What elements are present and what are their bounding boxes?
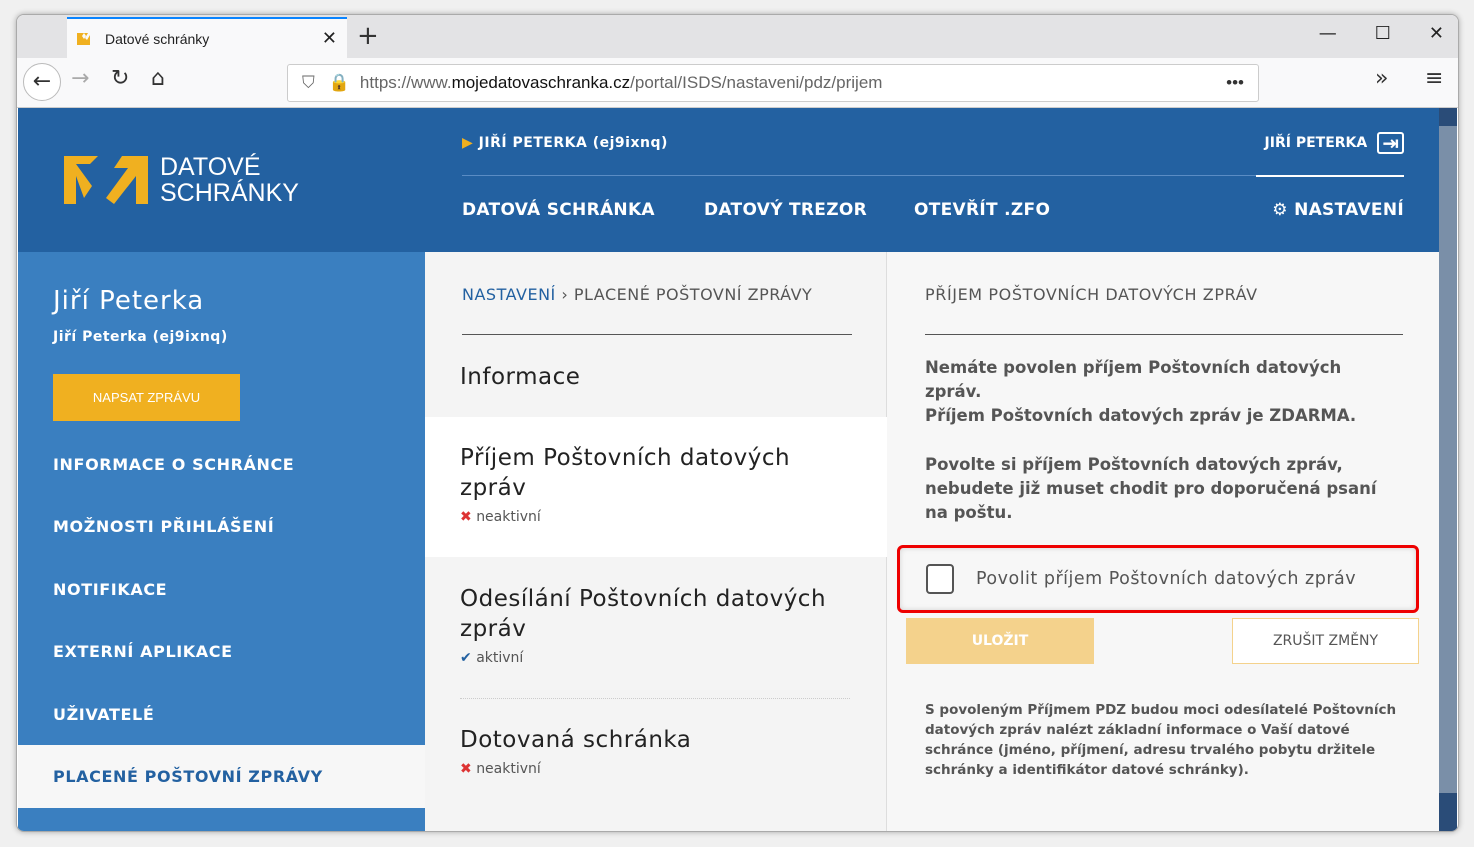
menu-item-dotovana[interactable]: Dotovaná schránka ✖ neaktivní xyxy=(425,725,887,777)
favicon-icon xyxy=(77,32,90,45)
panel-title: PŘÍJEM POŠTOVNÍCH DATOVÝCH ZPRÁV xyxy=(925,285,1258,304)
info-text: Povolte si příjem Poštovních datových zp… xyxy=(925,455,1377,522)
scroll-down-icon[interactable] xyxy=(1439,793,1457,831)
browser-tab[interactable]: Datové schránky ✕ xyxy=(67,17,347,58)
logo[interactable]: DATOVÉ SCHRÁNKY xyxy=(64,154,299,206)
home-icon[interactable]: ⌂ xyxy=(151,66,165,91)
logout-icon: ⇥ xyxy=(1377,132,1404,154)
sidebar-item-moznosti-prihlaseni[interactable]: MOŽNOSTI PŘIHLÁŠENÍ xyxy=(18,495,425,558)
chevron-right-icon: › xyxy=(561,285,569,304)
logo-line1: DATOVÉ xyxy=(160,153,261,181)
sidebar-item-uzivatele[interactable]: UŽIVATELÉ xyxy=(18,683,425,746)
menu-item-odesilani[interactable]: Odesílání Poštovních datových zpráv ✔ ak… xyxy=(425,584,887,666)
detail-panel: PŘÍJEM POŠTOVNÍCH DATOVÝCH ZPRÁV Nemáte … xyxy=(887,252,1439,831)
url-domain: mojedatovaschranka.cz xyxy=(451,73,631,92)
account-label: JIŘÍ PETERKA (ej9ixnq) xyxy=(478,135,668,151)
forward-icon[interactable]: → xyxy=(71,66,89,91)
breadcrumb: NASTAVENÍ › PLACENÉ POŠTOVNÍ ZPRÁVY xyxy=(462,285,812,304)
shield-icon: ⛉ xyxy=(302,73,315,92)
divider xyxy=(1256,175,1404,177)
sidebar-item-informace[interactable]: INFORMACE O SCHRÁNCE xyxy=(18,433,425,496)
status-label: neaktivní xyxy=(476,509,541,525)
cancel-button[interactable]: ZRUŠIT ZMĚNY xyxy=(1232,618,1419,664)
gear-icon: ⚙ xyxy=(1272,200,1288,220)
sidebar-item-externi-aplikace[interactable]: EXTERNÍ APLIKACE xyxy=(18,620,425,683)
user-name: JIŘÍ PETERKA xyxy=(1264,135,1368,151)
status-label: aktivní xyxy=(476,650,524,666)
url-path: /portal/ISDS/nastaveni/pdz/prijem xyxy=(630,73,883,92)
nav-datova-schranka[interactable]: DATOVÁ SCHRÁNKA xyxy=(462,200,655,220)
checkbox-label[interactable]: Povolit příjem Poštovních datových zpráv xyxy=(976,569,1356,589)
nav-datovy-trezor[interactable]: DATOVÝ TREZOR xyxy=(704,200,867,220)
logo-line2: SCHRÁNKY xyxy=(160,179,299,207)
cross-icon: ✖ xyxy=(460,509,472,525)
more-icon[interactable]: ••• xyxy=(1226,73,1244,93)
logo-icon xyxy=(64,156,148,204)
divider xyxy=(460,698,850,699)
tab-title: Datové schránky xyxy=(105,30,210,47)
menu-item-title: Příjem Poštovních datových zpráv xyxy=(460,445,791,501)
info-heading[interactable]: Informace xyxy=(460,362,887,392)
divider xyxy=(462,175,1257,176)
logout-button[interactable]: JIŘÍ PETERKA ⇥ xyxy=(1265,132,1404,154)
free-text: Příjem Poštovních datových zpráv je ZDAR… xyxy=(925,406,1357,425)
note-text: S povoleným Příjmem PDZ budou moci odesí… xyxy=(925,702,1397,778)
back-icon[interactable]: ← xyxy=(23,63,61,101)
compose-button[interactable]: NAPSAT ZPRÁVU xyxy=(53,374,240,421)
nav-nastaveni[interactable]: ⚙ NASTAVENÍ xyxy=(1272,200,1404,220)
check-icon: ✔ xyxy=(460,650,472,666)
menu-item-prijem[interactable]: Příjem Poštovních datových zpráv ✖ neakt… xyxy=(425,417,887,557)
breadcrumb-current: PLACENÉ POŠTOVNÍ ZPRÁVY xyxy=(573,285,813,304)
scrollbar[interactable] xyxy=(1439,108,1457,831)
minimize-icon[interactable]: — xyxy=(1319,23,1337,44)
menu-item-title: Dotovaná schránka xyxy=(460,727,692,753)
page: DATOVÉ SCHRÁNKY ▶ JIŘÍ PETERKA (ej9ixnq) … xyxy=(18,108,1439,831)
url-prefix: https://www. xyxy=(359,73,452,92)
close-window-icon[interactable]: ✕ xyxy=(1429,23,1444,44)
divider xyxy=(925,334,1403,335)
nav-nastaveni-label: NASTAVENÍ xyxy=(1294,200,1404,220)
close-tab-icon[interactable]: ✕ xyxy=(322,28,337,49)
new-tab-icon[interactable]: + xyxy=(357,21,379,51)
nav-bar: ← → ↻ ⌂ ⛉ 🔒 https://www. mojedatovaschran… xyxy=(17,58,1458,108)
sidebar-item-placene-postovni-zpravy[interactable]: PLACENÉ POŠTOVNÍ ZPRÁVY xyxy=(18,745,425,808)
cross-icon: ✖ xyxy=(460,761,472,777)
user-subtitle: Jiří Peterka (ej9ixnq) xyxy=(53,329,228,345)
sidebar: Jiří Peterka Jiří Peterka (ej9ixnq) NAPS… xyxy=(18,252,425,831)
settings-menu: NASTAVENÍ › PLACENÉ POŠTOVNÍ ZPRÁVY Info… xyxy=(425,252,887,831)
status-text: Nemáte povolen příjem Poštovních datovýc… xyxy=(925,358,1342,401)
overflow-icon[interactable]: » xyxy=(1375,66,1388,91)
user-name-heading: Jiří Peterka xyxy=(53,286,205,316)
maximize-icon[interactable]: ☐ xyxy=(1375,23,1391,44)
breadcrumb-root[interactable]: NASTAVENÍ xyxy=(462,285,556,304)
triangle-icon: ▶ xyxy=(462,135,474,151)
url-bar[interactable]: ⛉ 🔒 https://www. mojedatovaschranka.cz/po… xyxy=(287,64,1259,102)
menu-icon[interactable]: ≡ xyxy=(1425,66,1443,91)
menu-item-title: Odesílání Poštovních datových zpráv xyxy=(460,586,827,642)
enable-checkbox-row[interactable]: Povolit příjem Poštovních datových zpráv xyxy=(897,545,1419,613)
save-button[interactable]: ULOŽIT xyxy=(906,618,1094,664)
tab-bar: Datové schránky ✕ + — ☐ ✕ xyxy=(17,15,1458,58)
nav-otevrit-zfo[interactable]: OTEVŘÍT .ZFO xyxy=(914,200,1050,220)
lock-icon: 🔒 xyxy=(328,73,350,92)
sidebar-item-notifikace[interactable]: NOTIFIKACE xyxy=(18,558,425,621)
status-label: neaktivní xyxy=(476,761,541,777)
account-switcher[interactable]: ▶ JIŘÍ PETERKA (ej9ixnq) xyxy=(462,135,668,151)
divider xyxy=(462,334,852,335)
enable-checkbox[interactable] xyxy=(926,564,954,594)
site-header: DATOVÉ SCHRÁNKY ▶ JIŘÍ PETERKA (ej9ixnq) … xyxy=(18,108,1439,252)
reload-icon[interactable]: ↻ xyxy=(111,66,129,91)
browser-window: Datové schránky ✕ + — ☐ ✕ ← → ↻ ⌂ ⛉ 🔒 http… xyxy=(16,14,1459,832)
